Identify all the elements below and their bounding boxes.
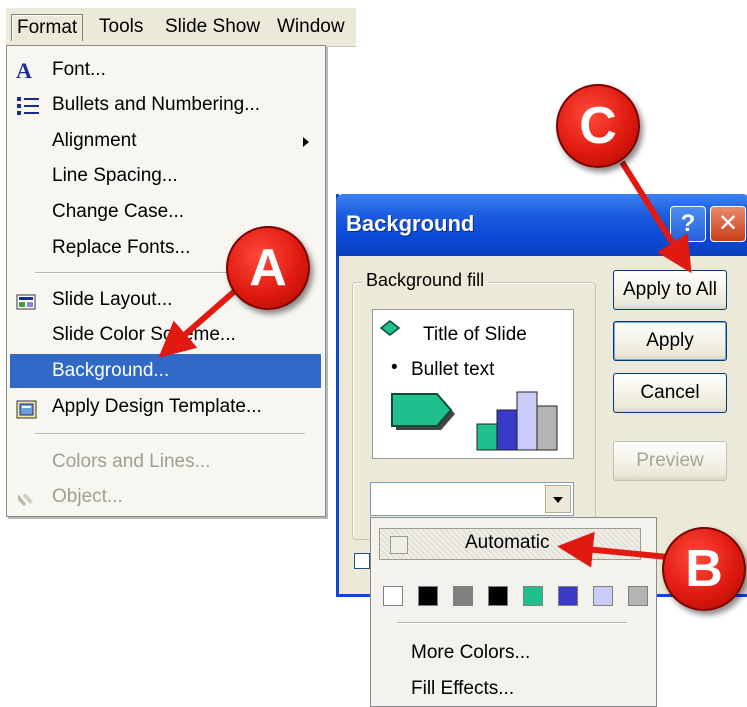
arrow-a (158, 287, 238, 358)
arrow-b (557, 531, 679, 568)
callout-b: B (662, 527, 746, 611)
callout-c: C (556, 84, 640, 168)
callout-a: A (226, 226, 310, 310)
arrow-c (619, 160, 692, 274)
